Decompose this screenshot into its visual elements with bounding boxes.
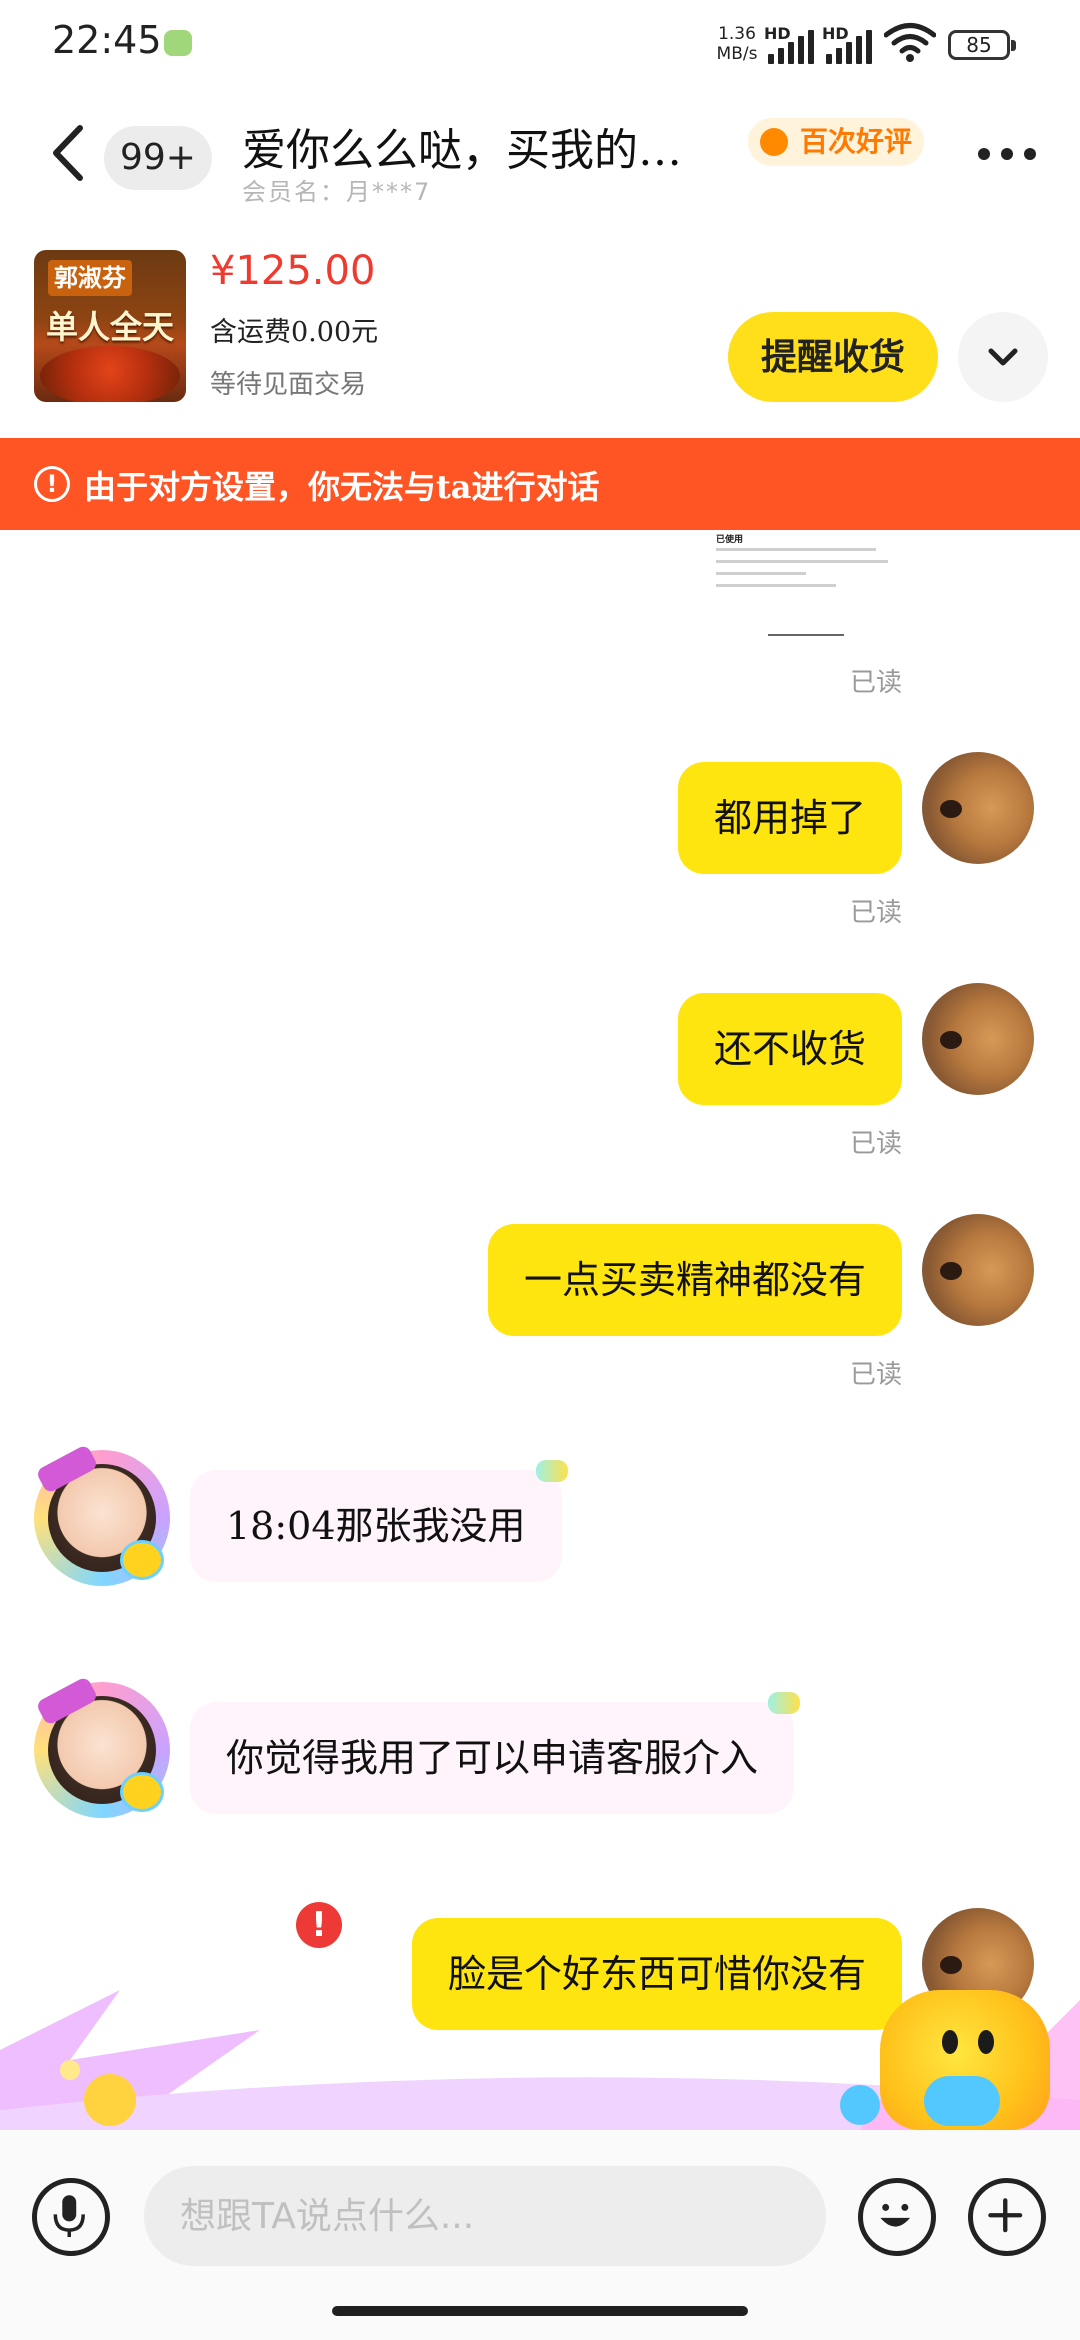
product-thumb-title: 单人全天 (46, 308, 175, 346)
chat-restriction-banner: ! 由于对方设置，你无法与ta进行对话 (0, 438, 1080, 530)
home-indicator[interactable] (332, 2306, 748, 2316)
my-avatar[interactable] (922, 752, 1034, 864)
my-avatar[interactable] (922, 1214, 1034, 1326)
product-thumbnail[interactable]: 郭淑芬 单人全天 (34, 250, 186, 402)
my-avatar[interactable] (922, 983, 1034, 1095)
contact-avatar[interactable] (34, 1443, 170, 1586)
voucher-heading: 已使用 (716, 535, 744, 545)
status-time: 22:45 (52, 18, 162, 62)
signal-sim1-icon: HD (764, 24, 818, 64)
remind-receipt-button[interactable]: 提醒收货 (728, 312, 938, 402)
mascot-sticker (880, 1990, 1050, 2130)
emoji-button[interactable] (858, 2178, 936, 2256)
hotpot-image (40, 346, 180, 402)
message-outgoing[interactable]: 都用掉了 (677, 762, 902, 874)
message-outgoing[interactable]: 一点买卖精神都没有 (487, 1224, 902, 1336)
product-thumb-brand: 郭淑芬 (48, 260, 132, 296)
sim1-hd-label: HD (764, 24, 791, 43)
contact-avatar[interactable] (34, 1675, 170, 1818)
member-name: 会员名：月***7 (242, 178, 432, 206)
status-bar: 22:45 1.36 MB/s HD HD 85 (0, 0, 1080, 90)
chat-header: 99+ 爱你么么哒，买我的… 会员名：月***7 百次好评 (0, 90, 1080, 220)
signal-sim2-icon: HD (822, 24, 876, 64)
message-outgoing[interactable]: 还不收货 (677, 993, 902, 1105)
bubble-sticker-icon (768, 1692, 801, 1714)
voucher-image-message[interactable]: 已使用 (702, 530, 902, 645)
read-receipt: 已读 (849, 898, 902, 928)
message-list[interactable]: 已使用 已读 都用掉了 已读 还不收货 已读 一点买卖精神都没有 已读 18:0… (0, 530, 1080, 2130)
wechat-notification-icon (164, 30, 192, 56)
battery-icon: 85 (948, 30, 1016, 60)
more-actions-button[interactable] (968, 2178, 1046, 2256)
back-button[interactable] (44, 118, 90, 188)
message-incoming-text: 你觉得我用了可以申请客服介入 (226, 1736, 759, 1780)
more-options-button[interactable] (976, 134, 1038, 174)
message-input[interactable] (144, 2166, 826, 2266)
read-receipt: 已读 (849, 1360, 902, 1390)
praise-icon (760, 128, 788, 156)
order-card[interactable]: 郭淑芬 单人全天 ¥125.00 含运费0.00元 等待见面交易 提醒收货 (0, 230, 1080, 435)
voice-button[interactable] (32, 2178, 110, 2256)
expand-order-button[interactable] (958, 312, 1048, 402)
message-incoming[interactable]: 你觉得我用了可以申请客服介入 (190, 1692, 801, 1814)
praise-badge[interactable]: 百次好评 (748, 118, 924, 166)
network-speed: 1.36 MB/s (714, 24, 760, 64)
sim2-hd-label: HD (822, 24, 849, 43)
network-speed-unit: MB/s (716, 44, 758, 64)
warning-icon: ! (34, 466, 70, 502)
read-receipt: 已读 (849, 1129, 902, 1159)
bubble-sticker-icon (535, 1460, 568, 1482)
warning-text: 由于对方设置，你无法与ta进行对话 (84, 468, 600, 506)
message-incoming-text: 18:04那张我没用 (226, 1504, 526, 1548)
send-failed-icon[interactable]: ! (296, 1902, 342, 1948)
order-shipping: 含运费0.00元 (210, 317, 379, 348)
network-speed-value: 1.36 (718, 24, 756, 44)
input-bar (0, 2130, 1080, 2340)
wifi-icon (884, 23, 936, 62)
chat-title[interactable]: 爱你么么哒，买我的… (242, 114, 722, 178)
order-status: 等待见面交易 (210, 370, 367, 400)
read-receipt: 已读 (849, 668, 902, 698)
unread-count-badge[interactable]: 99+ (104, 126, 212, 190)
order-price: ¥125.00 (210, 248, 376, 294)
message-incoming[interactable]: 18:04那张我没用 (190, 1460, 568, 1582)
praise-badge-label: 百次好评 (800, 125, 913, 158)
